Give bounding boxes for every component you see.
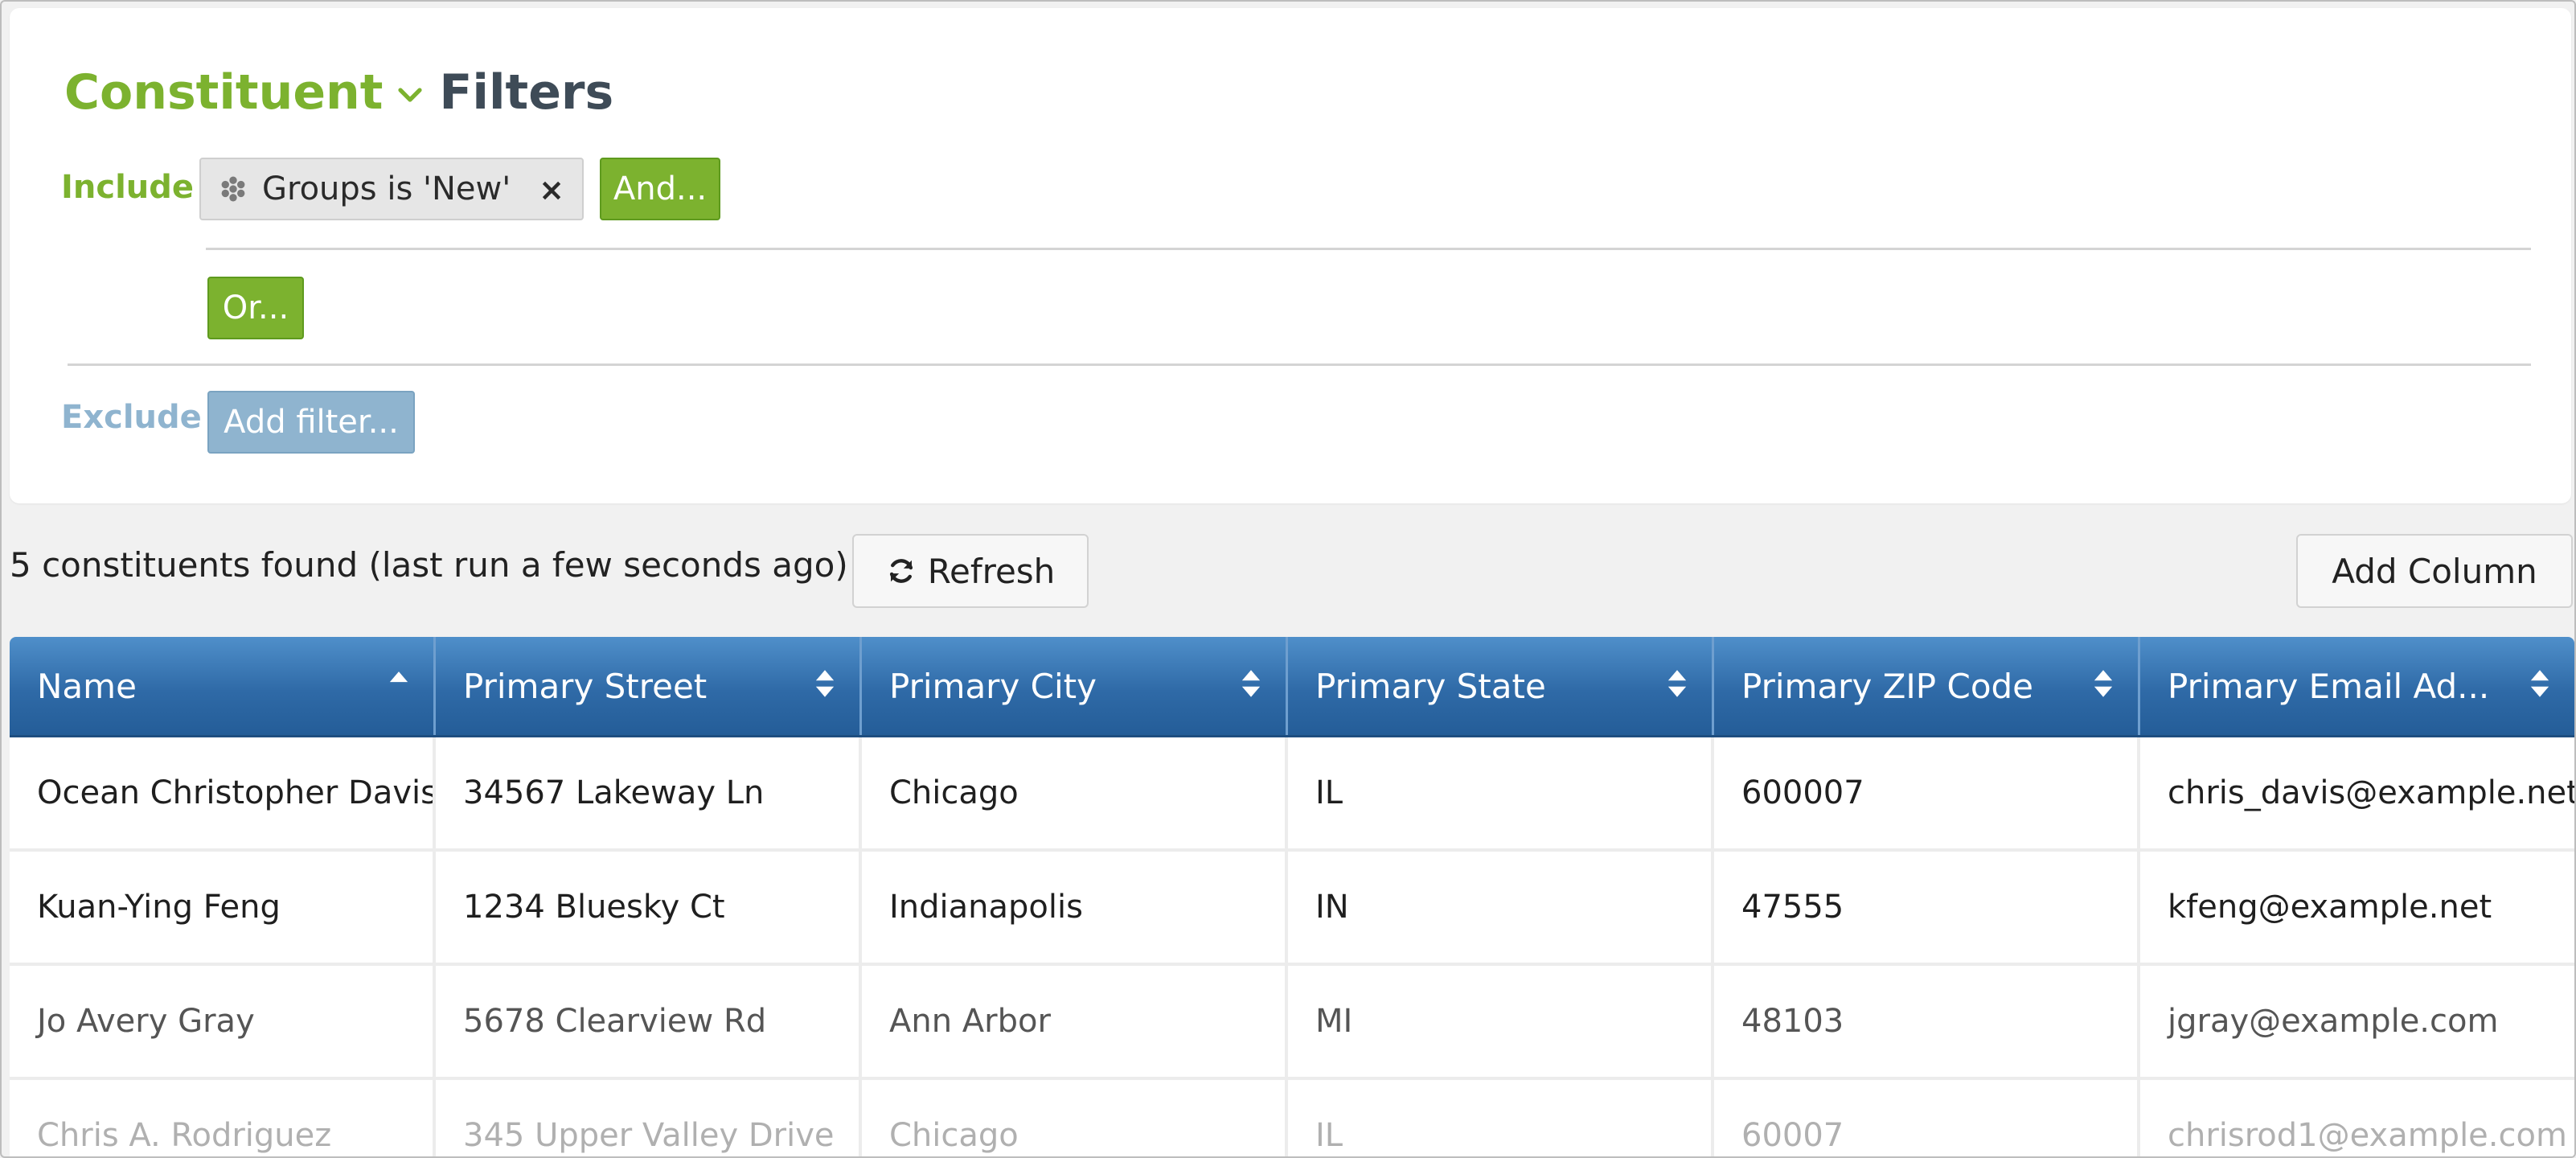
cell-state: IL — [1288, 1080, 1714, 1156]
sort-icon[interactable] — [2529, 667, 2550, 700]
column-header-label: Primary State — [1315, 666, 1546, 706]
entity-selector[interactable]: Constituent — [64, 64, 383, 121]
close-icon[interactable]: × — [539, 172, 564, 207]
refresh-icon — [889, 559, 913, 583]
filter-panel: Constituent Filters Include Groups is 'N… — [10, 8, 2571, 503]
results-table: Name Primary Street Primary City Primary… — [10, 637, 2574, 1156]
include-filter-chip[interactable]: Groups is 'New' × — [199, 158, 584, 220]
table-row[interactable]: Chris A. Rodriguez 345 Upper Valley Driv… — [10, 1080, 2574, 1156]
divider — [68, 363, 2531, 366]
cell-zip: 48103 — [1714, 966, 2140, 1077]
cell-city: Indianapolis — [862, 852, 1288, 963]
sort-ascending-icon[interactable] — [388, 667, 409, 700]
cell-street: 345 Upper Valley Drive — [436, 1080, 862, 1156]
column-header-label: Primary Email Ad... — [2168, 666, 2490, 706]
table-row[interactable]: Jo Avery Gray 5678 Clearview Rd Ann Arbo… — [10, 966, 2574, 1080]
sort-icon[interactable] — [1667, 667, 1688, 700]
cell-state: IN — [1288, 852, 1714, 963]
cell-street: 1234 Bluesky Ct — [436, 852, 862, 963]
filter-chip-label: Groups is 'New' — [262, 170, 511, 207]
or-button[interactable]: Or... — [207, 277, 304, 339]
column-header-label: Primary Street — [463, 666, 708, 706]
add-filter-button[interactable]: Add filter... — [207, 391, 415, 454]
column-header-name[interactable]: Name — [10, 637, 436, 735]
cell-zip: 60007 — [1714, 1080, 2140, 1156]
cell-state: IL — [1288, 737, 1714, 848]
filters-heading: Filters — [439, 64, 614, 121]
chevron-down-icon[interactable] — [394, 79, 426, 111]
cell-state: MI — [1288, 966, 1714, 1077]
cell-name: Chris A. Rodriguez — [10, 1080, 436, 1156]
results-summary: 5 constituents found (last run a few sec… — [10, 545, 848, 585]
cell-city: Chicago — [862, 1080, 1288, 1156]
cell-city: Ann Arbor — [862, 966, 1288, 1077]
cell-email: chrisrod1@example.com — [2168, 1117, 2567, 1154]
table-row[interactable]: Ocean Christopher Davis 34567 Lakeway Ln… — [10, 737, 2574, 852]
cell-street: 34567 Lakeway Ln — [436, 737, 862, 848]
column-header-primary-state[interactable]: Primary State — [1288, 637, 1714, 735]
exclude-label: Exclude — [61, 399, 202, 436]
column-header-label: Primary ZIP Code — [1741, 666, 2034, 706]
cell-name: Kuan-Ying Feng — [10, 852, 436, 963]
cell-email: kfeng@example.net — [2168, 889, 2492, 926]
cell-email: jgray@example.com — [2168, 1003, 2499, 1040]
sort-icon[interactable] — [2093, 667, 2114, 700]
page-title: Constituent Filters — [64, 56, 613, 129]
cell-name: Ocean Christopher Davis — [10, 737, 436, 848]
refresh-label: Refresh — [927, 551, 1056, 591]
cell-email: chris_davis@example.net — [2168, 774, 2574, 811]
group-icon — [221, 176, 245, 202]
column-header-primary-street[interactable]: Primary Street — [436, 637, 862, 735]
cell-name: Jo Avery Gray — [10, 966, 436, 1077]
and-button[interactable]: And... — [600, 158, 720, 220]
column-header-primary-zip-code[interactable]: Primary ZIP Code — [1714, 637, 2140, 735]
column-header-primary-email[interactable]: Primary Email Ad... — [2140, 637, 2574, 735]
column-header-label: Primary City — [889, 666, 1097, 706]
sort-icon[interactable] — [1241, 667, 1261, 700]
column-header-primary-city[interactable]: Primary City — [862, 637, 1288, 735]
divider — [206, 248, 2531, 250]
cell-zip: 47555 — [1714, 852, 2140, 963]
sort-icon[interactable] — [814, 667, 835, 700]
table-header: Name Primary Street Primary City Primary… — [10, 637, 2574, 737]
column-header-label: Name — [37, 666, 137, 706]
app-frame: Constituent Filters Include Groups is 'N… — [0, 0, 2576, 1158]
table-row[interactable]: Kuan-Ying Feng 1234 Bluesky Ct Indianapo… — [10, 852, 2574, 966]
include-label: Include — [61, 169, 195, 206]
cell-zip: 600007 — [1714, 737, 2140, 848]
cell-street: 5678 Clearview Rd — [436, 966, 862, 1077]
add-column-button[interactable]: Add Column — [2296, 534, 2573, 608]
cell-city: Chicago — [862, 737, 1288, 848]
refresh-button[interactable]: Refresh — [852, 534, 1089, 608]
